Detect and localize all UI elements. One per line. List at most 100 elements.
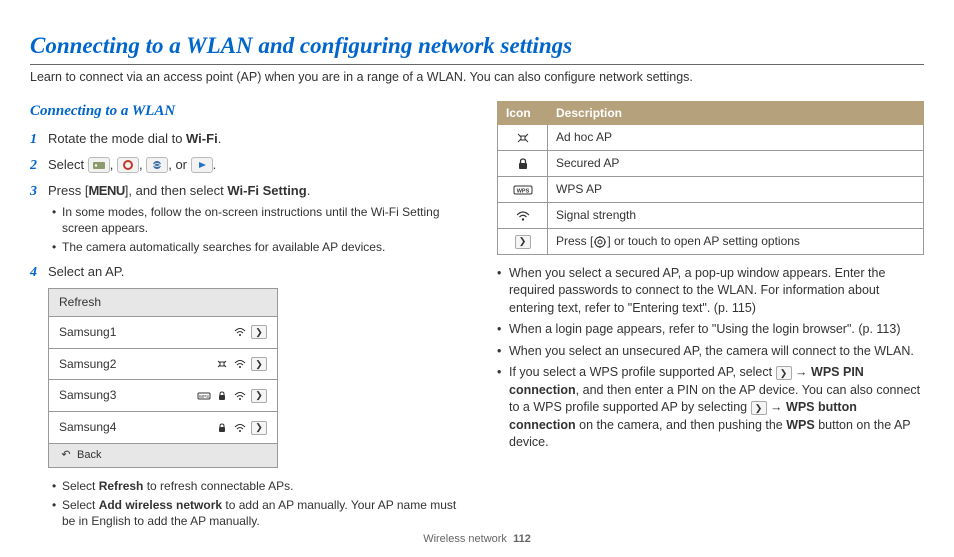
footer-section: Wireless network xyxy=(423,533,507,545)
ap-item-1-label: Samsung1 xyxy=(59,324,116,341)
footer-page-number: 112 xyxy=(513,533,531,545)
mode-icon-1 xyxy=(88,157,110,173)
ap-refresh-label: Refresh xyxy=(59,294,101,311)
svg-text:WPS: WPS xyxy=(199,394,209,399)
step-3-text-a: Press [ xyxy=(48,183,88,198)
back-icon: ↶ xyxy=(59,450,73,462)
psa-pre: Select xyxy=(62,479,99,493)
chevron-right-icon: ❯ xyxy=(776,366,792,380)
bullet-1: When you select a secured AP, a pop-up w… xyxy=(497,265,924,318)
chevron-right-icon: ❯ xyxy=(251,389,267,403)
chevron-right-icon: ❯ xyxy=(251,325,267,339)
ap-back-label: Back xyxy=(77,448,101,463)
signal-icon-cell xyxy=(498,202,548,228)
step-number: 1 xyxy=(30,130,37,150)
bullet-3: When you select an unsecured AP, the cam… xyxy=(497,343,924,361)
s2b: , xyxy=(110,157,117,172)
step-1-text-a: Rotate the mode dial to xyxy=(48,131,186,146)
ap-back-row: ↶ Back xyxy=(48,443,278,468)
s2d: , or xyxy=(168,157,190,172)
step-3-sub-1: In some modes, follow the on-screen inst… xyxy=(52,204,457,236)
signal-icon xyxy=(233,358,247,370)
b4e: on the camera, and then pushing the xyxy=(576,418,787,432)
step-3-sub-2: The camera automatically searches for av… xyxy=(52,239,457,255)
r5b: ] or touch to open AP setting options xyxy=(607,234,800,248)
signal-icon xyxy=(233,326,247,338)
bullet-4: If you select a WPS profile supported AP… xyxy=(497,364,924,452)
th-icon: Icon xyxy=(498,101,548,125)
wps-icon-cell: WPS xyxy=(498,177,548,203)
post-sub-b: Select Add wireless network to add an AP… xyxy=(52,497,457,529)
ap-item-4-label: Samsung4 xyxy=(59,419,116,436)
wifi-setting-label: Wi-Fi Setting xyxy=(227,183,306,198)
mode-icon-4 xyxy=(191,157,213,173)
b4b: → xyxy=(792,365,811,379)
icon-description-table: Icon Description Ad hoc AP Secured AP WP… xyxy=(497,101,924,255)
add-wireless-bold: Add wireless network xyxy=(99,498,222,512)
step-3-text-c: . xyxy=(307,183,311,198)
ap-item-1: Samsung1 ❯ xyxy=(48,316,278,349)
chevron-right-icon: ❯ xyxy=(251,421,267,435)
ap-list-screenshot: Refresh Samsung1 ❯ Samsung2 ❯ Samsung3 xyxy=(48,288,278,468)
svg-text:WPS: WPS xyxy=(516,188,529,194)
th-desc: Description xyxy=(548,101,924,125)
signal-icon xyxy=(233,422,247,434)
intro-text: Learn to connect via an access point (AP… xyxy=(30,69,924,87)
step-1-text-b: . xyxy=(218,131,222,146)
secured-icon-cell xyxy=(498,151,548,177)
mode-icon-2 xyxy=(117,157,139,173)
step-2: 2 Select , , , or . xyxy=(30,156,457,174)
ap-item-2: Samsung2 ❯ xyxy=(48,348,278,381)
psb-pre: Select xyxy=(62,498,99,512)
s2c: , xyxy=(139,157,146,172)
chevron-right-icon: ❯ xyxy=(515,235,531,249)
step-4: 4 Select an AP. xyxy=(30,263,457,281)
post-sub-a: Select Refresh to refresh connectable AP… xyxy=(52,478,457,494)
bullet-2: When a login page appears, refer to "Usi… xyxy=(497,321,924,339)
psa-post: to refresh connectable APs. xyxy=(143,479,293,493)
ap-item-4: Samsung4 ❯ xyxy=(48,411,278,444)
options-icon-cell: ❯ xyxy=(498,228,548,254)
left-column: Connecting to a WLAN 1 Rotate the mode d… xyxy=(30,101,457,531)
adhoc-icon-cell xyxy=(498,125,548,151)
step-4-text: Select an AP. xyxy=(48,264,124,279)
page-title: Connecting to a WLAN and configuring net… xyxy=(30,30,924,62)
ap-refresh-row: Refresh xyxy=(48,288,278,317)
title-divider xyxy=(30,64,924,65)
step-number: 3 xyxy=(30,182,37,202)
secured-desc: Secured AP xyxy=(548,151,924,177)
ap-item-3: Samsung3 WPS ❯ xyxy=(48,379,278,412)
b4a: If you select a WPS profile supported AP… xyxy=(509,365,776,379)
r5a: Press [ xyxy=(556,234,593,248)
step-3: 3 Press [MENU], and then select Wi-Fi Se… xyxy=(30,182,457,255)
step-number: 4 xyxy=(30,263,37,283)
signal-icon xyxy=(233,390,247,402)
mode-icon-3 xyxy=(146,157,168,173)
ap-item-3-label: Samsung3 xyxy=(59,387,116,404)
chevron-right-icon: ❯ xyxy=(251,357,267,371)
ap-item-2-label: Samsung2 xyxy=(59,356,116,373)
wps-icon: WPS xyxy=(197,390,211,402)
signal-desc: Signal strength xyxy=(548,202,924,228)
step-2-text-a: Select xyxy=(48,157,88,172)
step-3-text-b: ], and then select xyxy=(125,183,228,198)
adhoc-desc: Ad hoc AP xyxy=(548,125,924,151)
right-column: Icon Description Ad hoc AP Secured AP WP… xyxy=(497,101,924,531)
b4d: → xyxy=(767,400,786,414)
lock-icon xyxy=(215,390,229,402)
fn-icon xyxy=(593,234,607,248)
wifi-label: Wi-Fi xyxy=(186,131,218,146)
wps-label: WPS xyxy=(786,418,814,432)
step-number: 2 xyxy=(30,156,37,176)
wps-desc: WPS AP xyxy=(548,177,924,203)
chevron-right-icon: ❯ xyxy=(751,401,767,415)
menu-label: MENU xyxy=(88,183,124,198)
page-footer: Wireless network 112 xyxy=(0,532,954,547)
s2e: . xyxy=(213,157,217,172)
step-1: 1 Rotate the mode dial to Wi-Fi. xyxy=(30,130,457,148)
lock-icon xyxy=(215,422,229,434)
options-desc: Press [ ] or touch to open AP setting opt… xyxy=(548,228,924,254)
refresh-bold: Refresh xyxy=(99,479,144,493)
adhoc-icon xyxy=(215,358,229,370)
section-heading: Connecting to a WLAN xyxy=(30,101,457,122)
